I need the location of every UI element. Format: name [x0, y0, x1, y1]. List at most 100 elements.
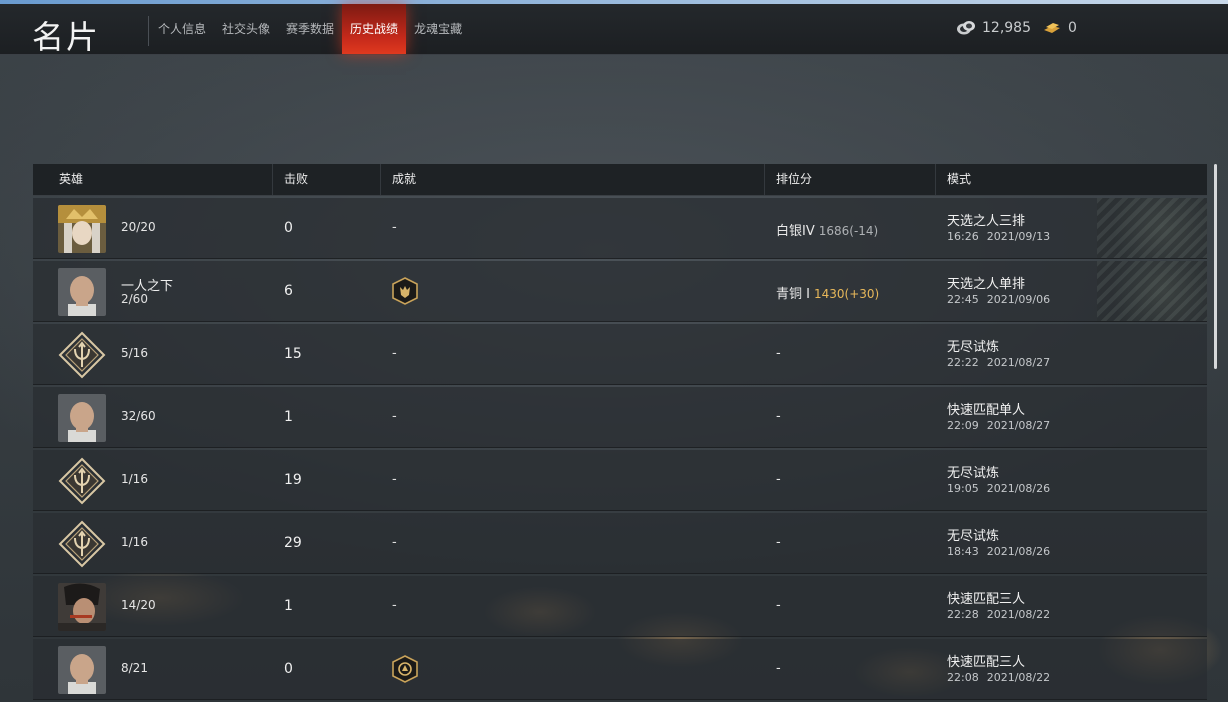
column-divider	[764, 164, 765, 195]
table-row[interactable]: 一人之下 2/60 6 青铜 I 1430(+30) 天选之人单排 22:45 20…	[33, 261, 1207, 322]
column-divider	[272, 164, 273, 195]
trident-emblem-avatar	[58, 331, 106, 379]
match-date: 2021/08/26	[986, 482, 1051, 495]
tab-match-history[interactable]: 历史战绩	[342, 4, 407, 54]
rank-tier: -	[776, 409, 781, 424]
ingots-value: 0	[1068, 20, 1077, 36]
match-date: 2021/08/22	[986, 608, 1051, 621]
mode-name: 无尽试炼	[947, 466, 1000, 481]
achievement-value: -	[392, 535, 397, 550]
kills-value: 1	[284, 409, 293, 425]
rank-tier: 白银IV	[776, 224, 815, 239]
hero-stat: 32/60	[121, 409, 156, 423]
match-timestamp: 19:05 2021/08/26	[947, 482, 1050, 495]
table-scrollbar[interactable]	[1214, 164, 1217, 369]
table-row[interactable]: 1/16 29 - - 无尽试炼 18:43 2021/08/26	[33, 513, 1207, 574]
tab-dragon-treasure[interactable]: 龙魂宝藏	[406, 4, 470, 54]
hero-shaved-head-avatar	[58, 646, 106, 694]
kills-value: 0	[284, 661, 293, 677]
match-time: 22:22	[947, 356, 979, 369]
kills-value: 19	[284, 472, 302, 488]
tab-bar: 个人信息 社交头像 赛季数据 历史战绩 龙魂宝藏	[150, 4, 470, 54]
match-date: 2021/09/13	[986, 230, 1051, 243]
match-date: 2021/09/06	[986, 293, 1051, 306]
hero-gold-crown-avatar	[58, 205, 106, 253]
match-time: 22:45	[947, 293, 979, 306]
trident-emblem-avatar	[58, 457, 106, 505]
match-time: 22:09	[947, 419, 979, 432]
match-timestamp: 18:43 2021/08/26	[947, 545, 1050, 558]
table-row[interactable]: 1/16 19 - - 无尽试炼 19:05 2021/08/26	[33, 450, 1207, 511]
rank-tier: -	[776, 661, 781, 676]
hero-shaved-head-avatar	[58, 268, 106, 316]
tab-social-avatar[interactable]: 社交头像	[214, 4, 278, 54]
table-row[interactable]: 8/21 0 - 快速匹配三人 22:08 2021/08/22	[33, 639, 1207, 700]
column-header-rank: 排位分	[776, 172, 813, 186]
hero-stat: 2/60	[121, 292, 148, 306]
table-row[interactable]: 5/16 15 - - 无尽试炼 22:22 2021/08/27	[33, 324, 1207, 385]
match-timestamp: 22:09 2021/08/27	[947, 419, 1050, 432]
column-header-achievement: 成就	[392, 172, 417, 186]
column-header-kills: 击败	[284, 172, 309, 186]
match-time: 22:28	[947, 608, 979, 621]
rank-score: -	[776, 661, 781, 676]
rank-score: 青铜 I 1430(+30)	[776, 283, 879, 302]
match-date: 2021/08/26	[986, 545, 1051, 558]
achievement-value: -	[392, 598, 397, 613]
rank-points: 1686(-14)	[818, 224, 879, 238]
tab-season-stats[interactable]: 赛季数据	[278, 4, 342, 54]
header-bar: 名片 个人信息 社交头像 赛季数据 历史战绩 龙魂宝藏 12,985 0	[0, 4, 1228, 56]
coin-stack-icon	[957, 21, 975, 35]
mode-name: 快速匹配三人	[947, 655, 1026, 670]
rank-score: -	[776, 409, 781, 424]
hero-stat: 5/16	[121, 346, 148, 360]
achievement-value: -	[392, 346, 397, 361]
achievement-value: -	[392, 409, 397, 424]
kills-value: 29	[284, 535, 302, 551]
hero-stat: 8/21	[121, 661, 148, 675]
match-timestamp: 22:28 2021/08/22	[947, 608, 1050, 621]
rank-score: -	[776, 535, 781, 550]
coins-value: 12,985	[982, 20, 1031, 36]
trident-emblem-avatar	[58, 520, 106, 568]
match-date: 2021/08/27	[986, 356, 1051, 369]
column-header-hero: 英雄	[59, 172, 84, 186]
tab-profile[interactable]: 个人信息	[150, 4, 214, 54]
table-row[interactable]: 20/20 0 - 白银IV 1686(-14) 天选之人三排 16:26 2021…	[33, 198, 1207, 259]
rank-score: -	[776, 346, 781, 361]
column-header-mode: 模式	[947, 172, 972, 186]
rank-tier: -	[776, 346, 781, 361]
mode-name: 快速匹配三人	[947, 592, 1026, 607]
match-time: 19:05	[947, 482, 979, 495]
table-row[interactable]: 14/20 1 - - 快速匹配三人 22:28 2021/08/22	[33, 576, 1207, 637]
kills-value: 0	[284, 220, 293, 236]
match-time: 16:26	[947, 230, 979, 243]
table-header: 英雄 击败 成就 排位分 模式	[33, 164, 1207, 196]
match-date: 2021/08/22	[986, 671, 1051, 684]
column-divider	[935, 164, 936, 195]
row-decoration	[1097, 261, 1207, 321]
column-divider	[380, 164, 381, 195]
achievement-value: -	[392, 472, 397, 487]
rank-tier: -	[776, 535, 781, 550]
rank-points: 1430(+30)	[813, 287, 880, 301]
hero-shaved-head-avatar	[58, 394, 106, 442]
rank-tier: 青铜 I	[776, 287, 810, 302]
rank-score: -	[776, 472, 781, 487]
page-title: 名片	[32, 18, 101, 56]
mode-name: 无尽试炼	[947, 340, 1000, 355]
rank-tier: -	[776, 598, 781, 613]
nav-divider	[148, 16, 149, 46]
match-timestamp: 22:45 2021/09/06	[947, 293, 1050, 306]
gold-ingot-icon	[1044, 23, 1060, 33]
match-timestamp: 22:22 2021/08/27	[947, 356, 1050, 369]
kills-value: 6	[284, 283, 293, 299]
match-timestamp: 16:26 2021/09/13	[947, 230, 1050, 243]
hero-stat: 20/20	[121, 220, 156, 234]
mode-name: 快速匹配单人	[947, 403, 1026, 418]
achievement-beast-badge-icon[interactable]	[392, 655, 418, 683]
hero-red-eyed-avatar	[58, 583, 106, 631]
table-row[interactable]: 32/60 1 - - 快速匹配单人 22:09 2021/08/27	[33, 387, 1207, 448]
achievement-demon-badge-icon[interactable]	[392, 277, 418, 305]
mode-name: 天选之人三排	[947, 214, 1026, 229]
